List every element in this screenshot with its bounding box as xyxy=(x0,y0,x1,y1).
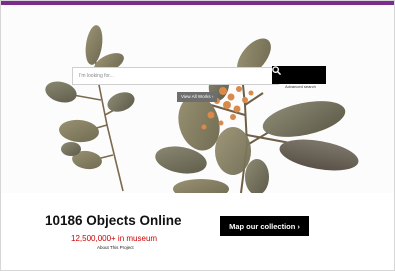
hero-specimen-image: Advanced search View All Works › xyxy=(1,5,394,193)
about-project-link[interactable]: About This Project xyxy=(97,245,134,250)
view-all-works-button[interactable]: View All Works › xyxy=(177,92,218,102)
museum-count: 12,500,000+ in museum xyxy=(71,234,158,243)
search-button[interactable] xyxy=(272,66,326,84)
search-input[interactable] xyxy=(72,67,279,85)
map-collection-button[interactable]: Map our collection › xyxy=(220,216,309,236)
right-leaves xyxy=(155,38,359,193)
objects-online-heading: 10186 Objects Online xyxy=(45,213,182,228)
advanced-search-link[interactable]: Advanced search xyxy=(284,84,317,89)
search-icon xyxy=(272,66,281,75)
page-frame: Advanced search View All Works › 10186 O… xyxy=(0,0,395,271)
